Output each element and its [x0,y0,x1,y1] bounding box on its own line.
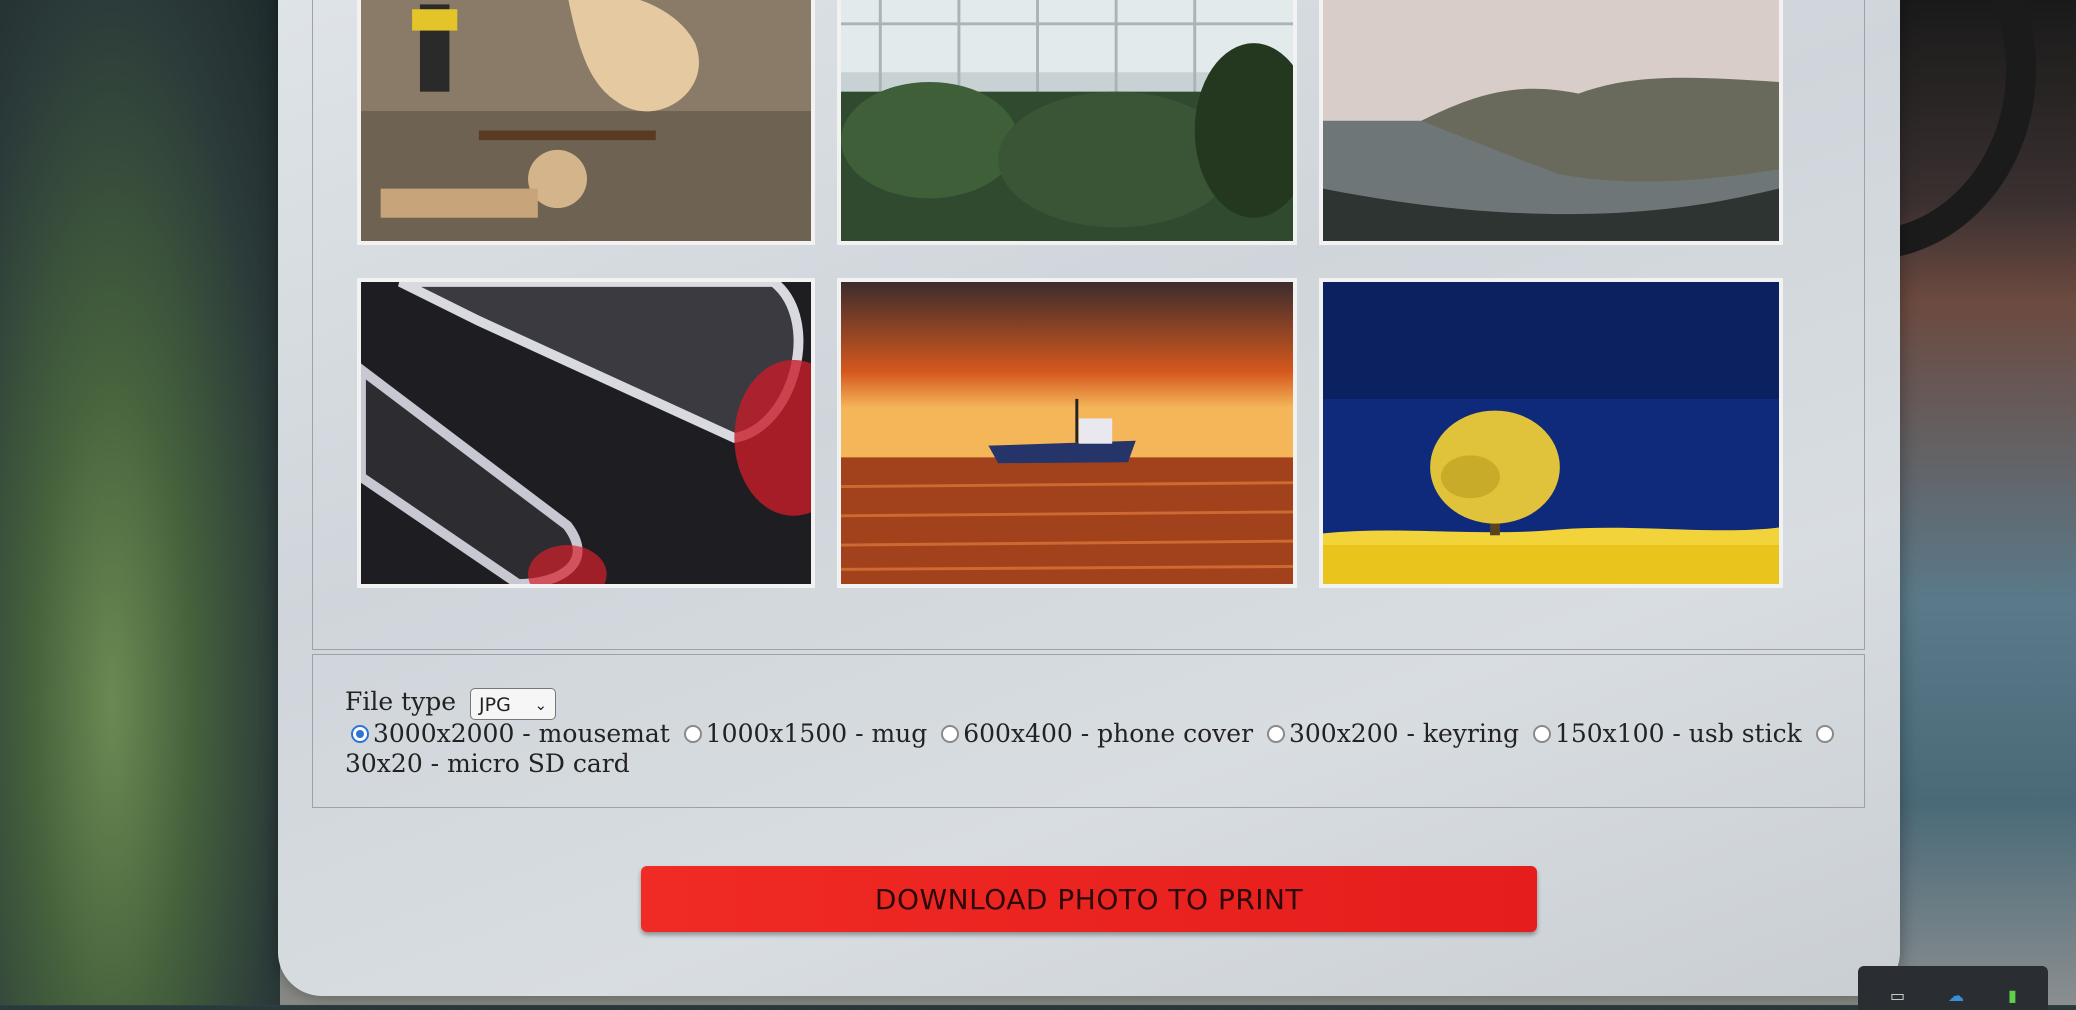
photo-boat-at-sunset[interactable] [837,278,1297,588]
size-options-row: 3000x2000 - mousemat 1000x1500 - mug 600… [345,719,1838,748]
usb-icon[interactable]: ▭ [1890,988,1905,1004]
size-label-usb-stick: 150x100 - usb stick [1554,719,1802,748]
background-blur-left [0,0,280,1005]
file-type-label: File type [345,687,457,716]
size-label-micro-sd: 30x20 - micro SD card [345,749,630,778]
network-icon[interactable]: ▮ [2008,988,2017,1004]
size-label-keyring: 300x200 - keyring [1288,719,1519,748]
photo-yellow-tree-blue-sky[interactable] [1319,278,1783,588]
file-type-value: JPG [479,693,511,716]
size-label-mug: 1000x1500 - mug [705,719,928,748]
chevron-down-icon: ⌄ [534,695,548,714]
size-label-phone-cover: 600x400 - phone cover [963,719,1254,748]
size-radio-keyring[interactable] [1266,725,1285,743]
cloud-icon[interactable]: ☁ [1948,988,1964,1004]
size-radio-micro-sd[interactable] [1815,725,1834,743]
photo-woodworking-tools[interactable] [357,0,815,245]
photo-gallery [312,0,1865,650]
size-label-mousemat: 3000x2000 - mousemat [373,719,670,748]
download-photo-button[interactable]: DOWNLOAD PHOTO TO PRINT [641,866,1537,932]
system-tray: ▭ ☁ ▮ [1858,966,2048,1010]
size-radio-phone-cover[interactable] [941,725,960,743]
file-type-row: File type JPG ⌄ [345,687,557,720]
size-radio-usb-stick[interactable] [1532,725,1551,743]
size-radio-mug[interactable] [683,725,702,743]
size-options-row-2: 30x20 - micro SD card [345,749,630,778]
print-options: File type JPG ⌄ 3000x2000 - mousemat 100… [312,654,1865,808]
photo-red-chrome-abstract[interactable] [357,278,815,588]
photo-greenhouse-palms[interactable] [837,0,1297,245]
photo-misty-coastline[interactable] [1319,0,1783,245]
size-radio-mousemat[interactable] [351,725,369,743]
file-type-select[interactable]: JPG ⌄ [470,687,557,720]
